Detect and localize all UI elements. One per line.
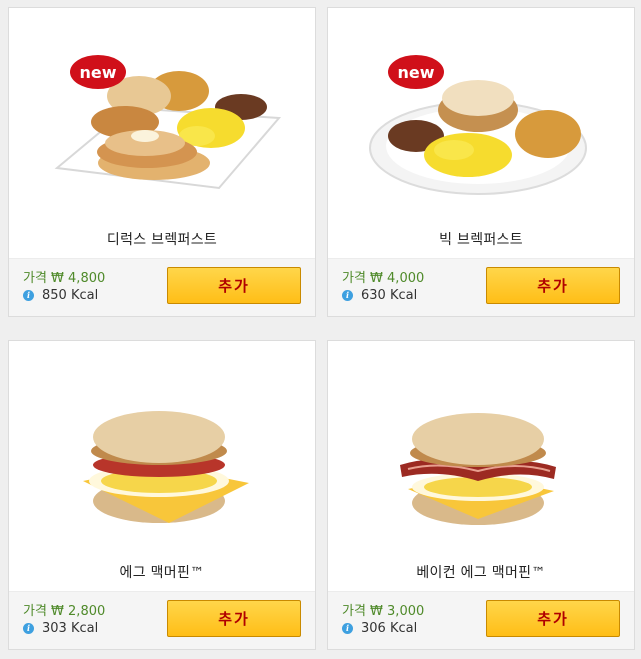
info-icon[interactable]: i — [23, 290, 34, 301]
product-card[interactable]: 베이컨 에그 맥머핀™ 가격 ₩ 3,000 i 306 Kcal 추가 — [327, 340, 635, 650]
product-name[interactable]: 베이컨 에그 맥머핀™ — [328, 562, 634, 582]
info-icon[interactable]: i — [23, 623, 34, 634]
product-price: 가격 ₩ 4,800 — [23, 271, 106, 286]
product-footer: 가격 ₩ 3,000 i 306 Kcal 추가 — [328, 591, 634, 649]
product-price: 가격 ₩ 4,000 — [342, 271, 425, 286]
new-badge: new — [79, 63, 116, 82]
product-name[interactable]: 빅 브렉퍼스트 — [328, 229, 634, 249]
product-footer: 가격 ₩ 4,800 i 850 Kcal 추가 — [9, 258, 315, 316]
product-footer: 가격 ₩ 4,000 i 630 Kcal 추가 — [328, 258, 634, 316]
info-icon[interactable]: i — [342, 290, 353, 301]
add-button[interactable]: 추가 — [486, 600, 620, 637]
product-card[interactable]: new 디럭스 브렉퍼스트 가격 ₩ 4,800 i 850 Kcal 추가 — [8, 7, 316, 317]
product-calories: i 850 Kcal — [23, 288, 98, 303]
product-card[interactable]: new 빅 브렉퍼스트 가격 ₩ 4,000 i 630 Kcal 추가 — [327, 7, 635, 317]
product-image[interactable]: new — [328, 8, 634, 223]
add-button[interactable]: 추가 — [167, 600, 301, 637]
info-icon[interactable]: i — [342, 623, 353, 634]
product-image[interactable]: new — [9, 8, 315, 223]
calories-value: 306 Kcal — [361, 621, 418, 636]
product-price: 가격 ₩ 3,000 — [342, 604, 425, 619]
product-name[interactable]: 에그 맥머핀™ — [9, 562, 315, 582]
add-button[interactable]: 추가 — [486, 267, 620, 304]
calories-value: 850 Kcal — [42, 288, 99, 303]
add-button[interactable]: 추가 — [167, 267, 301, 304]
product-calories: i 306 Kcal — [342, 621, 417, 636]
product-calories: i 303 Kcal — [23, 621, 98, 636]
product-name[interactable]: 디럭스 브렉퍼스트 — [9, 229, 315, 249]
calories-value: 303 Kcal — [42, 621, 99, 636]
product-image[interactable] — [328, 341, 634, 556]
menu-grid: new 디럭스 브렉퍼스트 가격 ₩ 4,800 i 850 Kcal 추가 n… — [0, 0, 641, 659]
product-calories: i 630 Kcal — [342, 288, 417, 303]
product-price: 가격 ₩ 2,800 — [23, 604, 106, 619]
calories-value: 630 Kcal — [361, 288, 418, 303]
product-footer: 가격 ₩ 2,800 i 303 Kcal 추가 — [9, 591, 315, 649]
new-badge: new — [397, 63, 434, 82]
product-image[interactable] — [9, 341, 315, 556]
product-card[interactable]: 에그 맥머핀™ 가격 ₩ 2,800 i 303 Kcal 추가 — [8, 340, 316, 650]
